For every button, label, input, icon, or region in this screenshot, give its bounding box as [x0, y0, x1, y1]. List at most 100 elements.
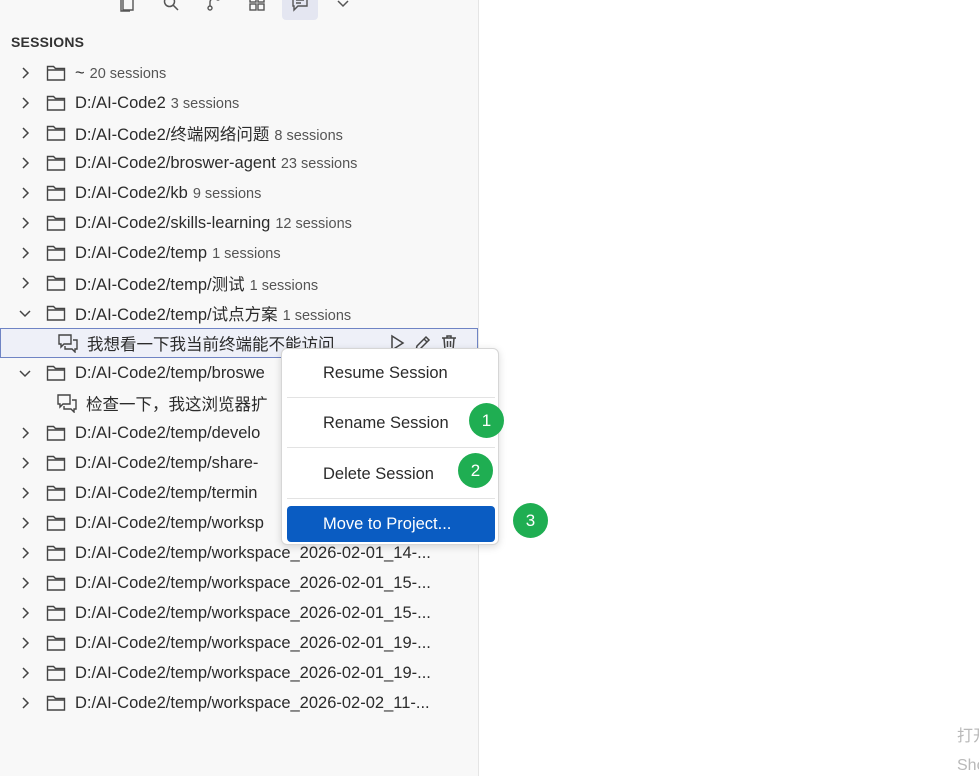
- session-count: 20 sessions: [89, 65, 167, 82]
- folder-path: D:/AI-Code2/kb 9 sessions: [75, 184, 261, 203]
- folder-icon: [46, 364, 66, 382]
- chevron-right-icon[interactable]: [18, 426, 32, 440]
- row-label: D:/AI-Code2/skills-learning: [75, 213, 271, 232]
- explorer-icon[interactable]: [110, 0, 146, 20]
- move-to-project-item[interactable]: Move to Project...: [287, 506, 495, 542]
- folder-path: D:/AI-Code2/skills-learning 12 sessions: [75, 214, 352, 233]
- folder-row[interactable]: D:/AI-Code2/temp/workspace_2026-02-01_19…: [0, 658, 478, 688]
- row-label: D:/AI-Code2/temp/workspace_2026-02-01_19…: [75, 633, 431, 652]
- folder-path: D:/AI-Code2/temp/broswe: [75, 364, 265, 383]
- chevron-down-icon[interactable]: [18, 366, 32, 380]
- session-count: 8 sessions: [274, 128, 343, 144]
- chat-sessions-icon[interactable]: [282, 0, 318, 20]
- chevron-right-icon[interactable]: [18, 666, 32, 680]
- extensions-icon[interactable]: [239, 0, 275, 20]
- row-label: D:/AI-Code2/temp/workspace_2026-02-01_19…: [75, 663, 431, 682]
- folder-icon: [46, 574, 66, 592]
- folder-row[interactable]: D:/AI-Code2/终端网络问题 8 sessions: [0, 118, 478, 148]
- folder-row[interactable]: D:/AI-Code2/temp/workspace_2026-02-01_15…: [0, 568, 478, 598]
- chevron-down-icon[interactable]: [325, 0, 361, 20]
- search-icon[interactable]: [153, 0, 189, 20]
- chevron-right-icon[interactable]: [18, 276, 32, 290]
- chevron-right-icon[interactable]: [18, 486, 32, 500]
- rename-session-item[interactable]: Rename Session: [287, 405, 495, 441]
- folder-row[interactable]: D:/AI-Code2/temp/测试 1 sessions: [0, 268, 478, 298]
- folder-row[interactable]: D:/AI-Code2/skills-learning 12 sessions: [0, 208, 478, 238]
- chevron-right-icon[interactable]: [18, 96, 32, 110]
- row-label: D:/AI-Code2/temp/broswe: [75, 363, 265, 382]
- chevron-right-icon[interactable]: [18, 696, 32, 710]
- row-label: D:/AI-Code2/temp/试点方案: [75, 306, 278, 324]
- row-label: D:/AI-Code2: [75, 93, 166, 112]
- activity-toolbar: [110, 0, 368, 20]
- folder-row[interactable]: D:/AI-Code2/temp/workspace_2026-02-01_19…: [0, 628, 478, 658]
- chevron-right-icon[interactable]: [18, 546, 32, 560]
- folder-icon: [46, 544, 66, 562]
- chat-session-icon: [56, 393, 78, 413]
- chevron-right-icon[interactable]: [18, 636, 32, 650]
- folder-path: ~20 sessions: [75, 64, 166, 83]
- chevron-right-icon[interactable]: [18, 456, 32, 470]
- folder-row[interactable]: D:/AI-Code2/temp/试点方案 1 sessions: [0, 298, 478, 328]
- chevron-down-icon[interactable]: [18, 306, 32, 320]
- folder-icon: [46, 94, 66, 112]
- folder-path: D:/AI-Code2/终端网络问题 8 sessions: [75, 121, 343, 145]
- row-label: D:/AI-Code2/temp/workspace_2026-02-01_15…: [75, 573, 431, 592]
- folder-path: D:/AI-Code2/temp/测试 1 sessions: [75, 271, 318, 295]
- app-window: SESSIONS ~20 sessions D:/AI-Code2 3 sessio…: [0, 0, 979, 776]
- chevron-right-icon[interactable]: [18, 126, 32, 140]
- chevron-right-icon[interactable]: [18, 516, 32, 530]
- folder-path: D:/AI-Code2/temp/share-: [75, 454, 258, 473]
- corner-text-1: 打开: [957, 728, 979, 745]
- row-label: D:/AI-Code2/temp/workspace_2026-02-01_14…: [75, 543, 431, 562]
- sessions-title: SESSIONS: [11, 34, 85, 50]
- context-menu: Resume Session Rename Session Delete Ses…: [281, 348, 499, 545]
- session-count: 23 sessions: [280, 155, 358, 172]
- chevron-right-icon[interactable]: [18, 66, 32, 80]
- folder-row[interactable]: D:/AI-Code2/temp 1 sessions: [0, 238, 478, 268]
- folder-row[interactable]: D:/AI-Code2 3 sessions: [0, 88, 478, 118]
- folder-path: D:/AI-Code2/temp/workspace_2026-02-02_11…: [75, 694, 430, 713]
- folder-row[interactable]: ~20 sessions: [0, 58, 478, 88]
- chevron-right-icon[interactable]: [18, 156, 32, 170]
- resume-session-item[interactable]: Resume Session: [287, 355, 495, 391]
- folder-path: D:/AI-Code2/temp/workspace_2026-02-01_15…: [75, 604, 431, 623]
- folder-path: D:/AI-Code2/broswer-agent 23 sessions: [75, 154, 357, 173]
- session-count: 3 sessions: [170, 95, 240, 112]
- chat-session-icon: [57, 333, 79, 353]
- folder-path: D:/AI-Code2/temp/试点方案 1 sessions: [75, 301, 351, 325]
- folder-icon: [46, 154, 66, 172]
- chevron-right-icon[interactable]: [18, 246, 32, 260]
- row-label: D:/AI-Code2/temp/workspace_2026-02-01_15…: [75, 603, 431, 622]
- chevron-right-icon[interactable]: [18, 186, 32, 200]
- menu-separator: [287, 447, 495, 448]
- folder-row[interactable]: D:/AI-Code2/temp/workspace_2026-02-01_15…: [0, 598, 478, 628]
- folder-icon: [46, 484, 66, 502]
- folder-icon: [46, 454, 66, 472]
- annotation-badge-2: 2: [458, 453, 493, 488]
- folder-row[interactable]: D:/AI-Code2/kb 9 sessions: [0, 178, 478, 208]
- row-label: D:/AI-Code2/终端网络问题: [75, 126, 270, 144]
- chevron-right-icon[interactable]: [18, 216, 32, 230]
- folder-icon: [46, 634, 66, 652]
- session-count: 1 sessions: [249, 278, 319, 294]
- folder-icon: [46, 664, 66, 682]
- session-count: 12 sessions: [275, 215, 352, 232]
- chevron-right-icon[interactable]: [18, 606, 32, 620]
- folder-path: D:/AI-Code2/temp/workspace_2026-02-01_14…: [75, 544, 431, 563]
- annotation-badge-1: 1: [469, 403, 504, 438]
- folder-path: D:/AI-Code2/temp 1 sessions: [75, 244, 281, 263]
- row-label: D:/AI-Code2/kb: [75, 183, 188, 202]
- row-label: D:/AI-Code2/temp/develo: [75, 423, 261, 442]
- folder-row[interactable]: D:/AI-Code2/broswer-agent 23 sessions: [0, 148, 478, 178]
- chevron-right-icon[interactable]: [18, 576, 32, 590]
- folder-path: D:/AI-Code2/temp/worksp: [75, 514, 264, 533]
- source-control-icon[interactable]: [196, 0, 232, 20]
- session-title: 检查一下，我这浏览器扩: [86, 391, 268, 415]
- row-label: D:/AI-Code2/temp: [75, 243, 208, 262]
- row-label: D:/AI-Code2/temp/workspace_2026-02-02_11…: [75, 693, 430, 712]
- row-label: D:/AI-Code2/broswer-agent: [75, 153, 276, 172]
- session-count: 9 sessions: [192, 185, 262, 202]
- folder-path: D:/AI-Code2/temp/workspace_2026-02-01_19…: [75, 664, 431, 683]
- folder-row[interactable]: D:/AI-Code2/temp/workspace_2026-02-02_11…: [0, 688, 478, 718]
